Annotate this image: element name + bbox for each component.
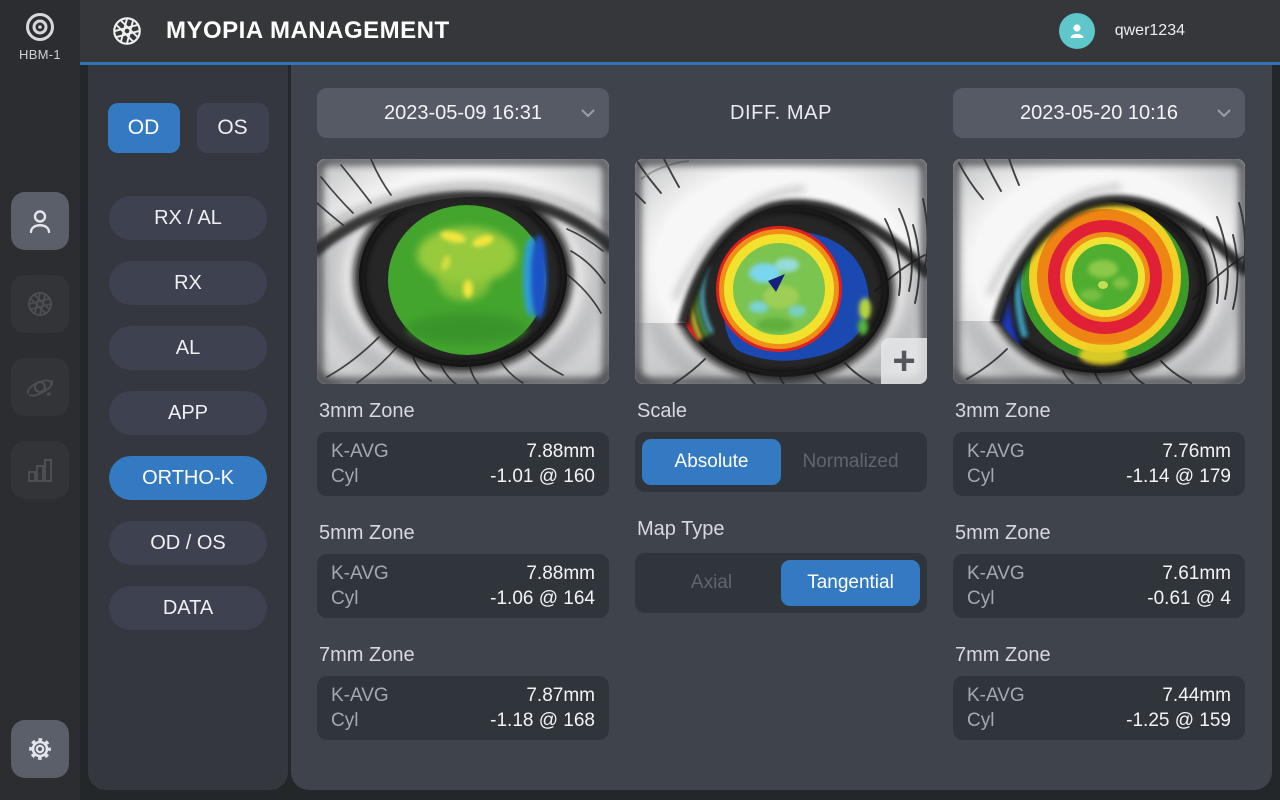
- chart-icon: [24, 454, 56, 486]
- zone-label-7mm: 7mm Zone: [317, 644, 609, 667]
- before-date-value: 2023-05-09 16:31: [384, 102, 542, 125]
- zone-label-7mm: 7mm Zone: [953, 644, 1245, 667]
- zone-card-3mm: K-AVG 7.76mm Cyl -1.14 @ 179: [953, 432, 1245, 496]
- zone-label-3mm: 3mm Zone: [317, 400, 609, 423]
- before-topography-image: [317, 159, 609, 384]
- zoom-in-button[interactable]: +: [881, 338, 927, 384]
- k-avg-label: K-AVG: [967, 683, 1025, 708]
- aperture-icon: [110, 14, 144, 48]
- sidebar-item-settings[interactable]: [11, 720, 69, 778]
- k-avg-label: K-AVG: [967, 439, 1025, 464]
- eye-photo-before: [317, 159, 609, 384]
- device-logo: HBM-1: [19, 10, 61, 62]
- device-name: HBM-1: [19, 47, 61, 62]
- zone-label-5mm: 5mm Zone: [953, 522, 1245, 545]
- menu-item-app[interactable]: APP: [109, 391, 267, 435]
- scale-toggle: Absolute Normalized: [635, 432, 927, 492]
- user-icon: [1066, 20, 1088, 42]
- k-avg-value: 7.88mm: [526, 561, 595, 586]
- k-avg-label: K-AVG: [331, 439, 389, 464]
- chevron-down-icon: [1216, 108, 1232, 118]
- chevron-down-icon: [580, 108, 596, 118]
- menu-item-od-os[interactable]: OD / OS: [109, 521, 267, 565]
- k-avg-label: K-AVG: [967, 561, 1025, 586]
- cyl-value: -1.01 @ 160: [490, 464, 595, 489]
- user-icon: [24, 205, 56, 237]
- sidebar-item-patient[interactable]: [11, 192, 69, 250]
- avatar: [1059, 13, 1095, 49]
- sidebar-item-eye-scan[interactable]: [11, 358, 69, 416]
- menu-item-rx-al[interactable]: RX / AL: [109, 196, 267, 240]
- sidebar-item-statistics[interactable]: [11, 441, 69, 499]
- sidebar-item-capture[interactable]: [11, 275, 69, 333]
- zone-label-3mm: 3mm Zone: [953, 400, 1245, 423]
- zone-label-5mm: 5mm Zone: [317, 522, 609, 545]
- cyl-label: Cyl: [967, 586, 994, 611]
- after-date-dropdown[interactable]: 2023-05-20 10:16: [953, 88, 1245, 138]
- map-type-axial-button[interactable]: Axial: [642, 560, 781, 606]
- map-type-label: Map Type: [635, 518, 927, 541]
- ortho-k-content: 2023-05-09 16:31: [291, 65, 1272, 790]
- cyl-label: Cyl: [331, 708, 358, 733]
- eye-scan-icon: [24, 371, 56, 403]
- scale-label: Scale: [635, 400, 927, 423]
- scale-absolute-button[interactable]: Absolute: [642, 439, 781, 485]
- zone-card-5mm: K-AVG 7.61mm Cyl -0.61 @ 4: [953, 554, 1245, 618]
- zone-card-7mm: K-AVG 7.44mm Cyl -1.25 @ 159: [953, 676, 1245, 740]
- cyl-value: -1.06 @ 164: [490, 586, 595, 611]
- menu-item-data[interactable]: DATA: [109, 586, 267, 630]
- k-avg-value: 7.61mm: [1162, 561, 1231, 586]
- map-type-tangential-button[interactable]: Tangential: [781, 560, 920, 606]
- map-type-toggle: Axial Tangential: [635, 553, 927, 613]
- after-date-value: 2023-05-20 10:16: [1020, 102, 1178, 125]
- eye-photo-after: [953, 159, 1245, 384]
- zone-card-7mm: K-AVG 7.87mm Cyl -1.18 @ 168: [317, 676, 609, 740]
- before-exam-column: 2023-05-09 16:31: [317, 88, 609, 790]
- diff-map-title: DIFF. MAP: [730, 102, 832, 125]
- cyl-value: -0.61 @ 4: [1147, 586, 1231, 611]
- menu-item-al[interactable]: AL: [109, 326, 267, 370]
- nav-panel: OD OS RX / AL RX AL APP ORTHO-K OD / OS …: [88, 65, 288, 790]
- cyl-value: -1.14 @ 179: [1126, 464, 1231, 489]
- cyl-value: -1.18 @ 168: [490, 708, 595, 733]
- k-avg-value: 7.44mm: [1162, 683, 1231, 708]
- diff-topography-image: +: [635, 159, 927, 384]
- page-title: MYOPIA MANAGEMENT: [166, 17, 450, 45]
- k-avg-label: K-AVG: [331, 683, 389, 708]
- eye-toggle: OD OS: [108, 103, 269, 153]
- k-avg-value: 7.76mm: [1162, 439, 1231, 464]
- cyl-label: Cyl: [967, 708, 994, 733]
- top-bar: MYOPIA MANAGEMENT qwer1234: [80, 0, 1280, 65]
- scale-normalized-button[interactable]: Normalized: [781, 439, 920, 485]
- after-topography-image: [953, 159, 1245, 384]
- os-button[interactable]: OS: [197, 103, 269, 153]
- cyl-label: Cyl: [331, 586, 358, 611]
- cyl-value: -1.25 @ 159: [1126, 708, 1231, 733]
- menu-item-ortho-k[interactable]: ORTHO-K: [109, 456, 267, 500]
- zone-card-5mm: K-AVG 7.88mm Cyl -1.06 @ 164: [317, 554, 609, 618]
- diff-map-column: DIFF. MAP: [635, 88, 927, 790]
- aperture-icon: [24, 288, 56, 320]
- before-date-dropdown[interactable]: 2023-05-09 16:31: [317, 88, 609, 138]
- after-exam-column: 2023-05-20 10:16: [953, 88, 1245, 790]
- nav-menu: RX / AL RX AL APP ORTHO-K OD / OS DATA: [109, 196, 267, 630]
- od-button[interactable]: OD: [108, 103, 180, 153]
- k-avg-value: 7.87mm: [526, 683, 595, 708]
- user-account[interactable]: qwer1234: [1059, 13, 1185, 49]
- menu-item-rx[interactable]: RX: [109, 261, 267, 305]
- gear-icon: [23, 732, 57, 766]
- device-sidebar: HBM-1: [0, 0, 80, 800]
- k-avg-label: K-AVG: [331, 561, 389, 586]
- cyl-label: Cyl: [967, 464, 994, 489]
- k-avg-value: 7.88mm: [526, 439, 595, 464]
- target-logo-icon: [23, 10, 57, 44]
- username: qwer1234: [1115, 22, 1185, 40]
- cyl-label: Cyl: [331, 464, 358, 489]
- zone-card-3mm: K-AVG 7.88mm Cyl -1.01 @ 160: [317, 432, 609, 496]
